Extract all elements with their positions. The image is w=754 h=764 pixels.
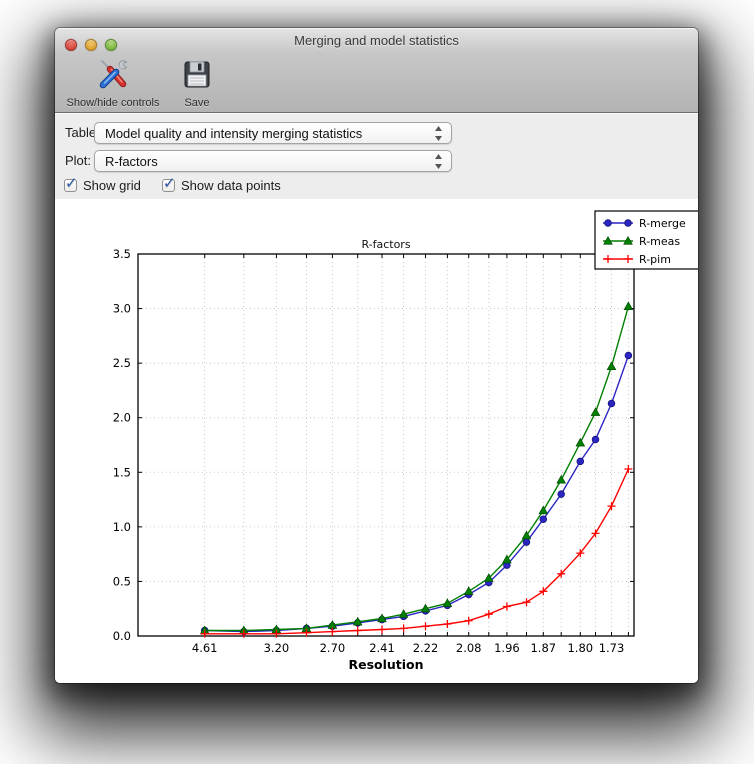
show-hide-controls-label: Show/hide controls	[57, 97, 169, 109]
legend-label: R-pim	[639, 253, 671, 266]
save-icon	[173, 58, 221, 95]
chart-title: R-factors	[361, 238, 410, 251]
x-tick-label: 2.08	[456, 641, 482, 655]
checkmark-icon: ✓	[163, 174, 176, 192]
x-tick-label: 2.22	[413, 641, 439, 655]
table-dropdown-value: Model quality and intensity merging stat…	[105, 126, 362, 141]
save-button[interactable]: Save	[173, 58, 221, 109]
y-tick-label: 3.5	[113, 247, 131, 261]
show-grid-label: Show grid	[83, 178, 141, 193]
x-tick-label: 1.73	[599, 641, 625, 655]
popup-arrows-icon	[434, 153, 443, 170]
x-axis-label: Resolution	[348, 657, 423, 672]
series-markers-R-pim	[201, 465, 633, 638]
plot-dropdown[interactable]: R-factors	[94, 150, 452, 172]
x-tick-label: 4.61	[192, 641, 218, 655]
app-window: Merging and model statistics	[55, 28, 698, 683]
y-tick-label: 3.0	[113, 302, 131, 316]
show-grid-checkbox[interactable]: ✓	[64, 179, 77, 192]
legend-label: R-merge	[639, 217, 686, 230]
screenshot-canvas: { "window": { "title": "Merging and mode…	[0, 0, 754, 764]
x-tick-label: 2.41	[369, 641, 395, 655]
plot-label: Plot:	[65, 153, 91, 168]
plot-dropdown-value: R-factors	[105, 154, 158, 169]
popup-arrows-icon	[434, 125, 443, 142]
checkmark-icon: ✓	[65, 174, 78, 192]
controls-panel: Table: Model quality and intensity mergi…	[55, 113, 698, 200]
series-line-R-meas	[205, 306, 629, 630]
save-label: Save	[173, 97, 221, 109]
show-hide-controls-button[interactable]: Show/hide controls	[57, 58, 169, 109]
axes-frame	[138, 254, 634, 636]
y-tick-label: 2.5	[113, 356, 131, 370]
y-tick-label: 2.0	[113, 411, 131, 425]
y-tick-label: 1.5	[113, 465, 131, 479]
x-tick-label: 1.80	[567, 641, 593, 655]
x-tick-label: 3.20	[264, 641, 290, 655]
x-tick-label: 1.96	[494, 641, 520, 655]
table-dropdown[interactable]: Model quality and intensity merging stat…	[94, 122, 452, 144]
window-title: Merging and model statistics	[55, 33, 698, 48]
title-bar[interactable]: Merging and model statistics	[55, 28, 698, 54]
chart-legend: R-merge R-meas R-pim	[595, 211, 698, 269]
plot-area: 0.0 0.5 1.0 1.5 2.0 2.5 3.0 3.5 4.61 3.20 2.70 2.41…	[55, 199, 698, 683]
series-markers-R-merge	[201, 352, 632, 635]
y-tick-label: 0.5	[113, 574, 131, 588]
show-data-points-checkbox[interactable]: ✓	[162, 179, 175, 192]
x-tick-label: 2.70	[320, 641, 346, 655]
y-tick-label: 0.0	[113, 629, 131, 643]
window-header: Merging and model statistics	[55, 28, 698, 113]
x-tick-label: 1.87	[530, 641, 556, 655]
legend-label: R-meas	[639, 235, 680, 248]
y-tick-label: 1.0	[113, 520, 131, 534]
tools-icon	[57, 58, 169, 95]
r-factors-chart: 0.0 0.5 1.0 1.5 2.0 2.5 3.0 3.5 4.61 3.20 2.70 2.41…	[55, 199, 698, 683]
show-data-points-label: Show data points	[181, 178, 281, 193]
